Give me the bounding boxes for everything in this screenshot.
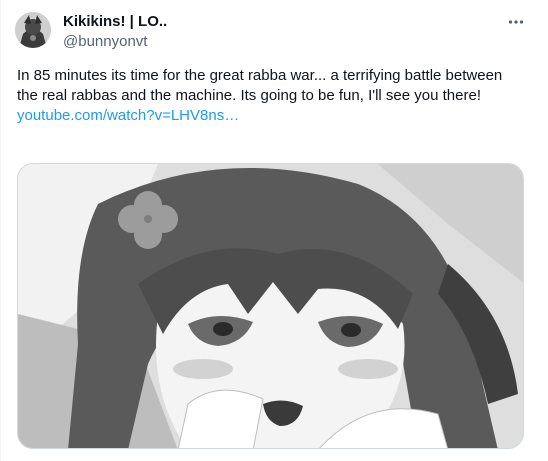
author-names: Kikikins! | LO.. @bunnyonvt [63,12,167,52]
tweet-body: In 85 minutes its time for the great rab… [17,67,503,104]
manga-girl-illustration [18,164,523,448]
more-horizontal-icon [508,20,524,24]
tweet-text: In 85 minutes its time for the great rab… [17,66,522,126]
avatar[interactable] [15,12,51,48]
tweet-media-image[interactable] [17,163,524,449]
tweet-link[interactable]: youtube.com/watch?v=LHV8ns… [17,106,522,126]
more-options-button[interactable] [506,12,526,32]
display-name[interactable]: Kikikins! | LO.. [63,12,167,32]
tweet-card[interactable]: Kikikins! | LO.. @bunnyonvt In 85 minute… [0,0,548,461]
handle[interactable]: @bunnyonvt [63,32,167,52]
